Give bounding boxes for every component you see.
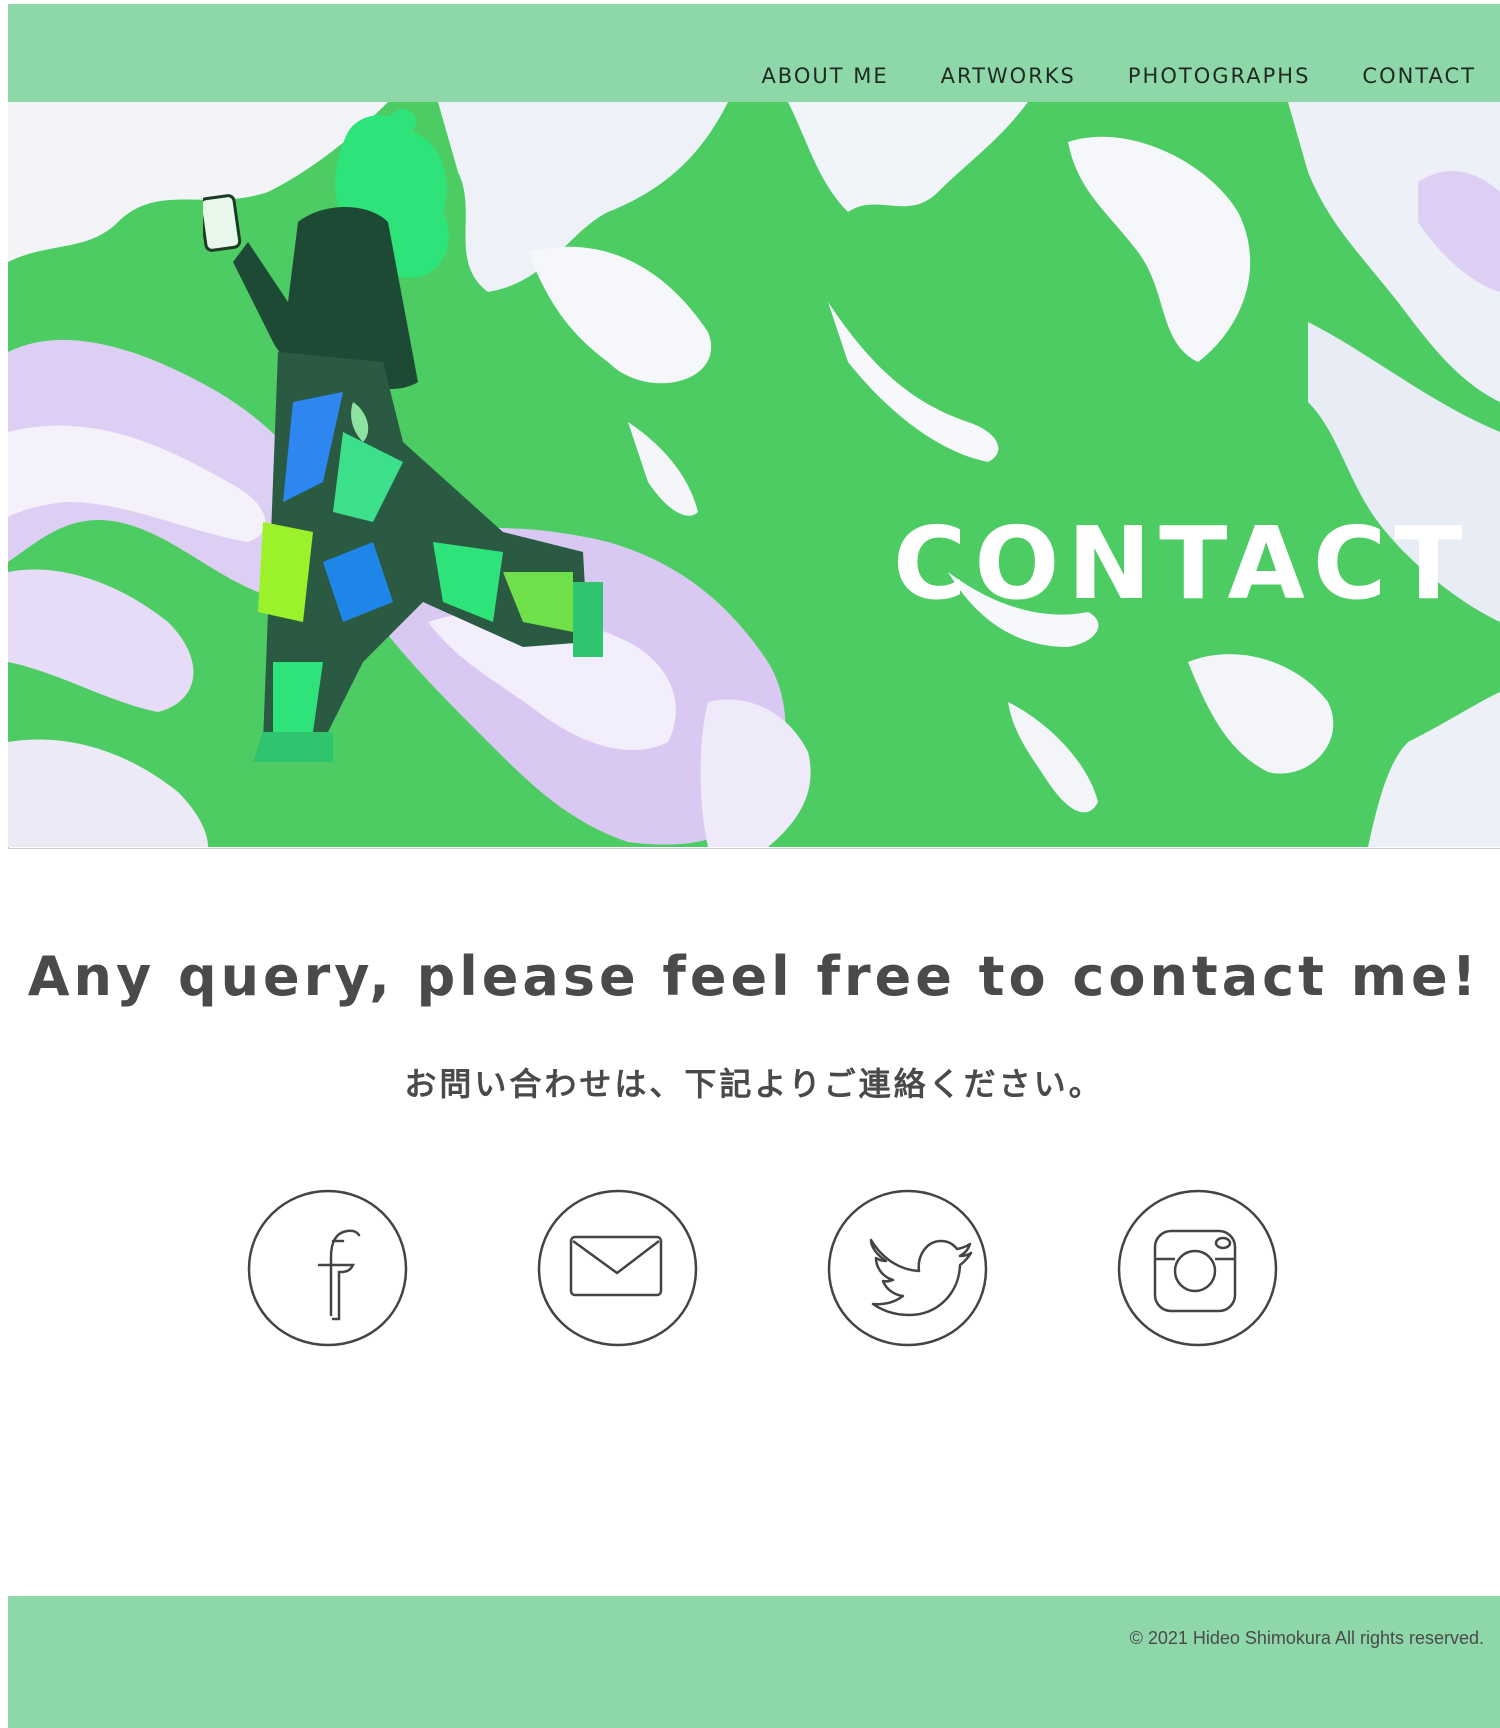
- hero-title: CONTACT: [893, 505, 1471, 622]
- instagram-link[interactable]: [1113, 1185, 1283, 1355]
- hero-banner: CONTACT: [8, 102, 1500, 847]
- site-footer: © 2021 Hideo Shimokura All rights reserv…: [8, 1596, 1500, 1728]
- instagram-icon: [1117, 1189, 1278, 1347]
- facebook-link[interactable]: [243, 1185, 413, 1355]
- twitter-icon: [827, 1189, 988, 1347]
- site-header: ABOUT ME ARTWORKS PHOTOGRAPHS CONTACT: [8, 4, 1500, 102]
- nav-item-photographs[interactable]: PHOTOGRAPHS: [1128, 64, 1311, 88]
- woman-illustration: [203, 109, 603, 762]
- contact-section: Any query, please feel free to contact m…: [8, 848, 1500, 1597]
- contact-subline: お問い合わせは、下記よりご連絡ください。: [404, 1065, 1104, 1103]
- mail-icon: [537, 1189, 698, 1347]
- nav-item-about-me[interactable]: ABOUT ME: [761, 64, 888, 88]
- nav-item-artworks[interactable]: ARTWORKS: [941, 64, 1076, 88]
- copyright-text: © 2021 Hideo Shimokura All rights reserv…: [1129, 1628, 1484, 1648]
- twitter-link[interactable]: [823, 1185, 993, 1355]
- social-icons-row: [8, 1185, 1500, 1355]
- facebook-icon: [247, 1189, 408, 1347]
- mail-link[interactable]: [533, 1185, 703, 1355]
- nav-item-contact[interactable]: CONTACT: [1362, 64, 1476, 88]
- contact-headline: Any query, please feel free to contact m…: [27, 945, 1481, 1008]
- main-nav: ABOUT ME ARTWORKS PHOTOGRAPHS CONTACT: [761, 64, 1476, 88]
